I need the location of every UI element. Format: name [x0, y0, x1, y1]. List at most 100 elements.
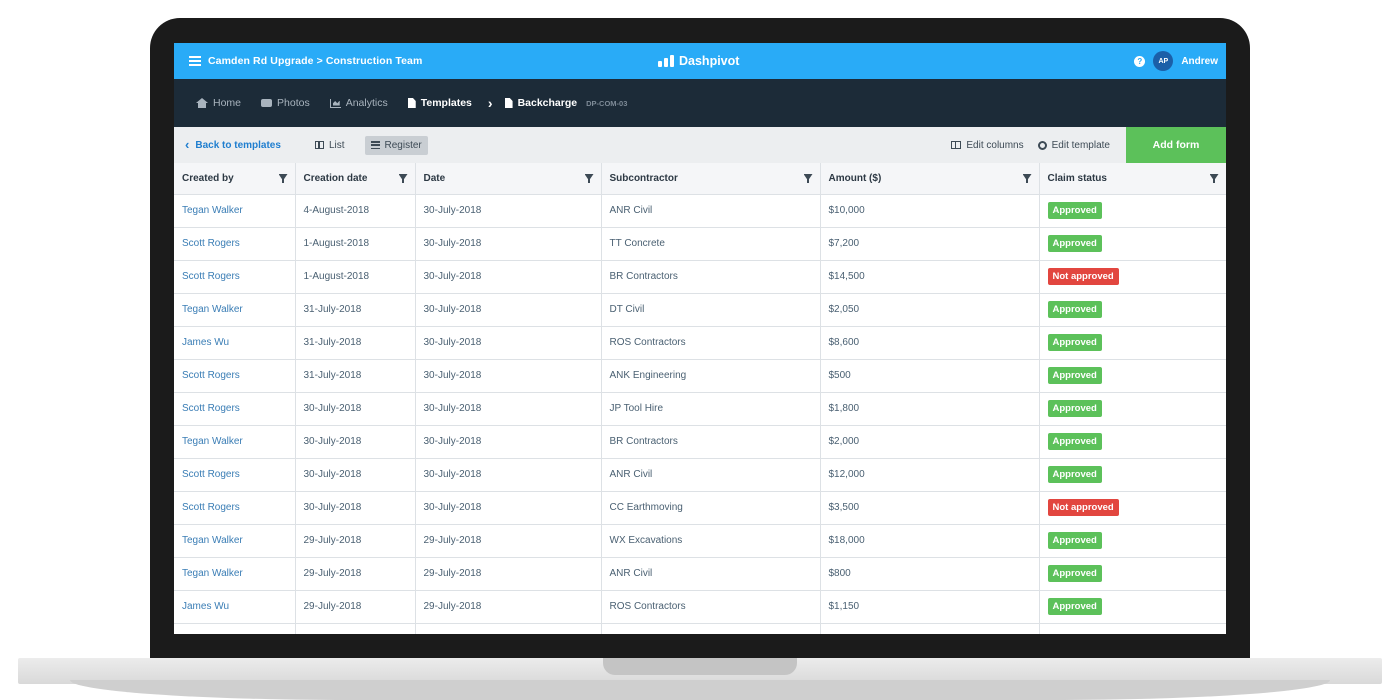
amount-cell: $3,500 [820, 491, 1040, 525]
nav-photos[interactable]: Photos [261, 97, 310, 109]
status-badge: Approved [1047, 598, 1102, 615]
top-bar: Camden Rd Upgrade > Construction Team Da… [174, 43, 1226, 79]
filter-icon[interactable] [1210, 174, 1219, 183]
logo-text: Dashpivot [679, 54, 740, 68]
created-by-cell[interactable]: Scott Rogers [174, 392, 296, 426]
created-by-cell[interactable]: Scott Rogers [174, 227, 296, 261]
table-row[interactable]: Tegan Walker 29-July-2018 29-July-2018 ANR … [174, 557, 1226, 591]
avatar[interactable]: AP [1153, 51, 1174, 71]
table-row[interactable]: Tegan Walker 31-July-2018 30-July-2018 DT C… [174, 293, 1226, 327]
column-header-claim-status[interactable]: Claim status [1039, 163, 1226, 195]
back-to-templates-link[interactable]: ‹ Back to templates [185, 138, 281, 151]
project-breadcrumb[interactable]: Camden Rd Upgrade > Construction Team [208, 55, 422, 67]
column-header-subcontractor[interactable]: Subcontractor [601, 163, 821, 195]
created-by-cell[interactable]: Tegan Walker [174, 557, 296, 591]
table-row[interactable]: James Wu 29-July-2018 29-July-2018 ROS Cont… [174, 590, 1226, 624]
subcontractor-cell: ANK Engineering [601, 359, 821, 393]
created-by-cell[interactable]: Tegan Walker [174, 524, 296, 558]
filter-icon[interactable] [399, 174, 408, 183]
hamburger-menu-icon[interactable] [189, 56, 201, 66]
subcontractor-cell: ANR Civil [601, 194, 821, 228]
laptop-notch [603, 658, 797, 675]
help-icon[interactable]: ? [1134, 55, 1146, 67]
status-badge: Approved [1047, 400, 1102, 417]
table-row[interactable]: Tegan Walker 30-July-2018 30-July-2018 BR C… [174, 425, 1226, 459]
nav-home[interactable]: Home [196, 97, 241, 109]
subcontractor-cell: TT Concrete [601, 227, 821, 261]
table-row[interactable]: Scott Rogers 30-July-2018 30-July-2018 ANR … [174, 458, 1226, 492]
created-by-cell[interactable]: Scott Rogers [174, 491, 296, 525]
claim-status-cell: Not approved [1039, 491, 1226, 525]
subcontractor-cell: BR Contractors [601, 425, 821, 459]
created-by-cell[interactable]: James Wu [174, 326, 296, 360]
list-label: List [328, 139, 345, 151]
creation-date-cell: 4-August-2018 [295, 194, 416, 228]
column-label: Amount ($) [828, 172, 882, 184]
table-row[interactable]: Scott Rogers 30-July-2018 30-July-2018 JP T… [174, 392, 1226, 426]
created-by-cell[interactable]: Tegan Walker [174, 293, 296, 327]
filter-icon[interactable] [1023, 174, 1032, 183]
status-badge: Approved [1047, 565, 1102, 582]
column-header-created-by[interactable]: Created by [174, 163, 296, 195]
user-name[interactable]: Andrew [1181, 56, 1218, 67]
table-row[interactable]: Scott Rogers 1-August-2018 30-July-2018 BR … [174, 260, 1226, 294]
gear-icon [1037, 140, 1047, 150]
columns-icon [951, 141, 962, 149]
filter-icon[interactable] [804, 174, 813, 183]
table-row[interactable]: James Wu 31-July-2018 30-July-2018 ROS Cont… [174, 326, 1226, 360]
table-row[interactable] [174, 623, 1226, 634]
created-by-cell[interactable]: Tegan Walker [174, 425, 296, 459]
created-by-cell[interactable]: Scott Rogers [174, 458, 296, 492]
creation-date-cell: 29-July-2018 [295, 590, 416, 624]
created-by-cell[interactable]: Scott Rogers [174, 359, 296, 393]
amount-cell: $1,800 [820, 392, 1040, 426]
creation-date-cell: 30-July-2018 [295, 491, 416, 525]
claim-status-cell: Approved [1039, 194, 1226, 228]
toolbar-actions: Edit columns Edit template [951, 127, 1110, 163]
empty-cell [1039, 623, 1226, 634]
add-form-button[interactable]: Add form [1126, 127, 1226, 163]
column-header-date[interactable]: Date [415, 163, 602, 195]
amount-cell: $14,500 [820, 260, 1040, 294]
creation-date-cell: 29-July-2018 [295, 524, 416, 558]
table-row[interactable]: Scott Rogers 31-July-2018 30-July-2018 ANK … [174, 359, 1226, 393]
register-view-button[interactable]: Register [364, 135, 428, 155]
status-badge: Approved [1047, 532, 1102, 549]
subcontractor-cell: ROS Contractors [601, 590, 821, 624]
list-view-button[interactable]: List [309, 136, 351, 155]
date-cell: 30-July-2018 [415, 458, 602, 492]
date-cell: 29-July-2018 [415, 524, 602, 558]
claim-status-cell: Approved [1039, 524, 1226, 558]
status-badge: Not approved [1047, 499, 1119, 516]
nav-templates[interactable]: Templates [407, 97, 472, 109]
nav-current-template[interactable]: Backcharge DP-COM-03 [504, 97, 627, 109]
amount-cell: $12,000 [820, 458, 1040, 492]
table-row[interactable]: Scott Rogers 1-August-2018 30-July-2018 TT … [174, 227, 1226, 261]
claim-status-cell: Approved [1039, 557, 1226, 591]
app-screen: Camden Rd Upgrade > Construction Team Da… [174, 43, 1226, 634]
column-header-creation-date[interactable]: Creation date [295, 163, 416, 195]
nav-templates-label: Templates [420, 97, 472, 109]
claim-status-cell: Approved [1039, 293, 1226, 327]
column-header-amount[interactable]: Amount ($) [820, 163, 1040, 195]
created-by-cell[interactable]: James Wu [174, 590, 296, 624]
filter-icon[interactable] [279, 174, 288, 183]
edit-template-button[interactable]: Edit template [1037, 140, 1110, 151]
amount-cell: $500 [820, 359, 1040, 393]
created-by-cell[interactable]: Tegan Walker [174, 194, 296, 228]
edit-columns-button[interactable]: Edit columns [951, 140, 1024, 151]
status-badge: Approved [1047, 334, 1102, 351]
subcontractor-cell: JP Tool Hire [601, 392, 821, 426]
created-by-cell[interactable]: Scott Rogers [174, 260, 296, 294]
column-label: Subcontractor [609, 172, 678, 184]
claim-status-cell: Approved [1039, 590, 1226, 624]
table-row[interactable]: Tegan Walker 29-July-2018 29-July-2018 WX E… [174, 524, 1226, 558]
empty-cell [174, 623, 296, 634]
chart-icon [329, 98, 341, 108]
subcontractor-cell: WX Excavations [601, 524, 821, 558]
status-badge: Approved [1047, 202, 1102, 219]
filter-icon[interactable] [585, 174, 594, 183]
table-row[interactable]: Tegan Walker 4-August-2018 30-July-2018 ANR… [174, 194, 1226, 228]
table-row[interactable]: Scott Rogers 30-July-2018 30-July-2018 CC E… [174, 491, 1226, 525]
nav-analytics[interactable]: Analytics [329, 97, 388, 109]
